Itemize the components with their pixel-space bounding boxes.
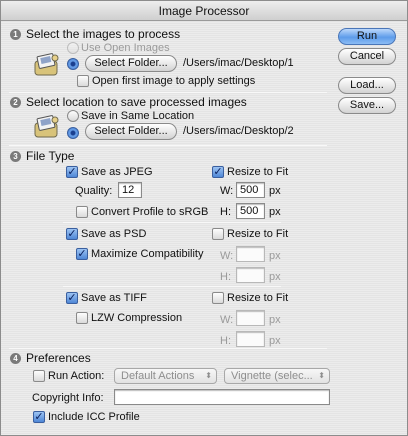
dropdown-arrows-icon: ⬍ <box>205 371 212 380</box>
tiff-resize-checkbox[interactable] <box>212 292 224 304</box>
section-4-heading: Preferences <box>26 351 91 365</box>
lzw-compression-label: LZW Compression <box>91 312 183 324</box>
run-button[interactable]: Run <box>338 28 396 45</box>
action-value: Vignette (selec... <box>231 370 313 382</box>
psd-height-unit: px <box>269 271 281 283</box>
convert-srgb-checkbox[interactable] <box>76 206 88 218</box>
jpeg-width-unit: px <box>269 185 281 197</box>
tiff-resize-label: Resize to Fit <box>227 292 289 304</box>
load-button[interactable]: Load... <box>338 77 396 94</box>
lzw-compression-checkbox[interactable] <box>76 312 88 324</box>
select-folder-radio[interactable] <box>67 58 79 70</box>
maximize-compatibility-checkbox[interactable]: ✓ <box>76 248 88 260</box>
cancel-button[interactable]: Cancel <box>338 48 396 65</box>
use-open-images-radio[interactable] <box>67 42 79 54</box>
tiff-width-label: W: <box>220 314 234 326</box>
jpeg-height-label: H: <box>220 206 231 218</box>
run-action-checkbox[interactable] <box>33 370 45 382</box>
image-processor-dialog: Image Processor 1 Select the images to p… <box>0 0 408 436</box>
tiff-width-unit: px <box>269 314 281 326</box>
select-destination-folder-button[interactable]: Select Folder... <box>85 123 177 140</box>
use-open-images-label: Use Open Images <box>81 42 170 54</box>
tiff-height-label: H: <box>220 335 231 347</box>
jpeg-resize-checkbox[interactable]: ✓ <box>212 166 224 178</box>
save-folder-icon <box>34 114 60 138</box>
source-folder-path: /Users/imac/Desktop/1 <box>183 57 294 69</box>
psd-resize-label: Resize to Fit <box>227 228 289 240</box>
same-location-radio[interactable] <box>67 110 79 122</box>
include-icc-label: Include ICC Profile <box>48 411 140 423</box>
maximize-compatibility-label: Maximize Compatibility <box>91 248 204 260</box>
select-source-folder-button[interactable]: Select Folder... <box>85 55 177 72</box>
jpeg-width-label: W: <box>220 185 234 197</box>
jpeg-height-input[interactable]: 500 <box>236 203 265 219</box>
section-1-number: 1 <box>10 29 21 40</box>
jpeg-height-unit: px <box>269 206 281 218</box>
save-as-tiff-label: Save as TIFF <box>81 292 147 304</box>
destination-folder-path: /Users/imac/Desktop/2 <box>183 125 294 137</box>
include-icc-checkbox[interactable]: ✓ <box>33 411 45 423</box>
divider <box>9 92 327 93</box>
jpeg-width-input[interactable]: 500 <box>236 182 265 198</box>
window-title: Image Processor <box>1 1 407 21</box>
save-settings-button[interactable]: Save... <box>338 97 396 114</box>
save-as-psd-checkbox[interactable]: ✓ <box>66 228 78 240</box>
section-2-number: 2 <box>10 97 21 108</box>
save-as-tiff-checkbox[interactable]: ✓ <box>66 292 78 304</box>
divider <box>9 145 327 146</box>
save-as-psd-label: Save as PSD <box>81 228 147 240</box>
section-4-number: 4 <box>10 353 21 364</box>
copyright-input[interactable] <box>114 389 330 405</box>
section-3-number: 3 <box>10 151 21 162</box>
dropdown-arrows-icon: ⬍ <box>318 371 325 380</box>
save-as-jpeg-label: Save as JPEG <box>81 166 153 178</box>
psd-resize-checkbox[interactable] <box>212 228 224 240</box>
tiff-height-unit: px <box>269 335 281 347</box>
run-action-label: Run Action: <box>48 370 105 382</box>
psd-width-unit: px <box>269 250 281 262</box>
quality-input[interactable]: 12 <box>118 182 142 198</box>
divider <box>9 348 327 349</box>
action-set-value: Default Actions <box>121 370 195 382</box>
psd-height-input[interactable] <box>236 267 265 283</box>
psd-width-input[interactable] <box>236 246 265 262</box>
select-destination-radio[interactable] <box>67 127 79 139</box>
section-3-heading: File Type <box>26 149 75 163</box>
tiff-width-input[interactable] <box>236 310 265 326</box>
tiff-height-input[interactable] <box>236 331 265 347</box>
same-location-label: Save in Same Location <box>81 110 195 122</box>
open-first-image-label: Open first image to apply settings <box>92 75 256 87</box>
section-2-heading: Select location to save processed images <box>26 95 247 109</box>
action-set-select[interactable]: Default Actions ⬍ <box>114 368 217 384</box>
copyright-label: Copyright Info: <box>32 392 104 404</box>
psd-width-label: W: <box>220 250 234 262</box>
action-select[interactable]: Vignette (selec... ⬍ <box>224 368 330 384</box>
save-as-jpeg-checkbox[interactable]: ✓ <box>66 166 78 178</box>
jpeg-resize-label: Resize to Fit <box>227 166 289 178</box>
divider <box>63 222 281 223</box>
section-1-heading: Select the images to process <box>26 27 181 41</box>
image-folder-icon <box>34 52 60 76</box>
open-first-image-checkbox[interactable] <box>77 75 89 87</box>
divider <box>63 286 281 287</box>
psd-height-label: H: <box>220 271 231 283</box>
quality-label: Quality: <box>75 185 113 197</box>
convert-srgb-label: Convert Profile to sRGB <box>91 206 209 218</box>
